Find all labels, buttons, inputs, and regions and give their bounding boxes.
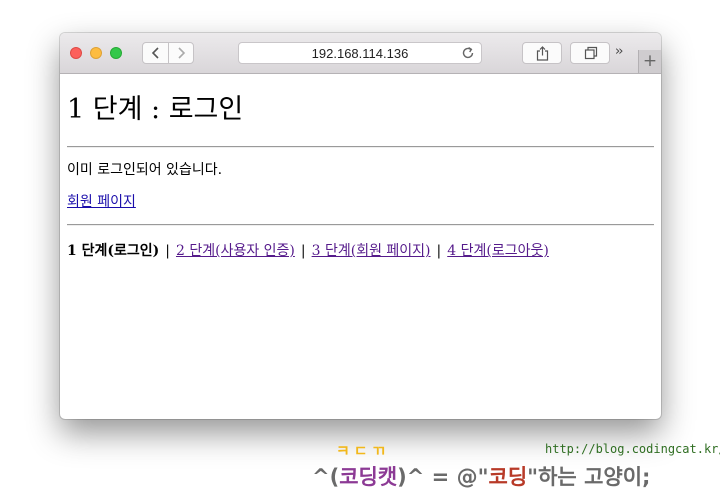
step-navigation: 1 단계(로그인) | 2 단계(사용자 인증) | 3 단계(회원 페이지) | 4 단계… [67, 240, 549, 260]
step-3-link[interactable]: 3 단계(회원 페이지) [312, 243, 431, 259]
share-button[interactable] [522, 42, 562, 64]
step-4-link[interactable]: 4 단계(로그아웃) [447, 243, 549, 259]
more-toolbar-button[interactable]: ›› [615, 44, 624, 59]
navigation-buttons [142, 42, 194, 64]
tabs-icon [584, 46, 598, 60]
new-tab-button[interactable]: + [638, 50, 661, 73]
step-1-current: 1 단계(로그인) [67, 243, 160, 259]
show-tabs-button[interactable] [570, 42, 610, 64]
back-icon [151, 47, 159, 59]
step-separator: | [165, 243, 170, 259]
watermark-part: ^( [312, 465, 340, 489]
login-status-message: 이미 로그인되어 있습니다. [67, 162, 223, 178]
share-icon [536, 46, 549, 61]
watermark-initials: ㅋㄷㄲ [336, 442, 390, 460]
close-window-button[interactable] [70, 47, 82, 59]
step-separator: | [436, 243, 442, 259]
watermark-url: http://blog.codingcat.kr/ [545, 442, 720, 456]
address-text: 192.168.114.136 [311, 46, 409, 61]
step-separator: | [300, 243, 306, 259]
reload-icon[interactable] [461, 46, 475, 60]
back-button[interactable] [143, 43, 169, 63]
page-heading: 1 단계 : 로그인 [67, 94, 244, 125]
watermark-name: 코딩캣 [339, 465, 398, 489]
member-page-link[interactable]: 회원 페이지 [67, 191, 136, 211]
minimize-window-button[interactable] [90, 47, 102, 59]
watermark-part: "하는 고양이; [527, 465, 651, 489]
watermark-part: )^ = @" [397, 465, 489, 489]
step-2-link[interactable]: 2 단계(사용자 인증) [176, 243, 295, 259]
zoom-window-button[interactable] [110, 47, 122, 59]
divider [67, 224, 654, 226]
browser-toolbar: 192.168.114.136 ›› + [60, 33, 661, 74]
forward-button[interactable] [169, 43, 194, 63]
browser-window: 192.168.114.136 ›› + 1 단계 : 로그인 이미 로그인되어 [60, 33, 661, 419]
forward-icon [178, 47, 186, 59]
divider [67, 146, 654, 148]
watermark-coding: 코딩 [488, 465, 528, 489]
address-bar[interactable]: 192.168.114.136 [238, 42, 482, 64]
watermark-slogan: ^(코딩캣)^ = @"코딩"하는 고양이; [312, 461, 650, 491]
